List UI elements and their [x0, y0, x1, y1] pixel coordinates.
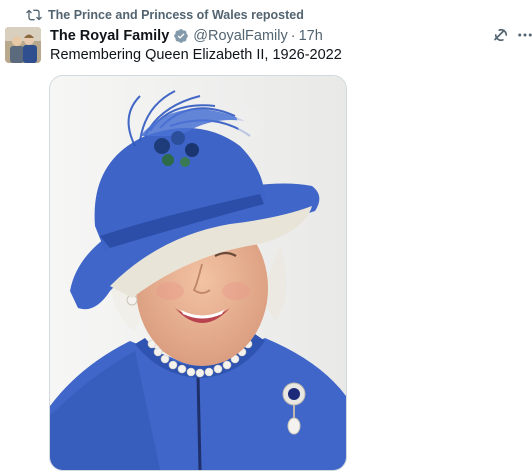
- display-name[interactable]: The Royal Family: [50, 28, 169, 44]
- repost-icon: [26, 9, 42, 21]
- queen-portrait-image: [50, 76, 346, 470]
- avatar-image: [5, 27, 41, 63]
- handle[interactable]: @RoyalFamily: [193, 28, 287, 44]
- grok-icon[interactable]: [492, 26, 510, 44]
- separator: ·: [290, 28, 296, 44]
- avatar[interactable]: [5, 27, 41, 63]
- tweet-text: Remembering Queen Elizabeth II, 1926-202…: [50, 47, 342, 63]
- verified-badge-icon: [174, 29, 189, 43]
- repost-context[interactable]: The Prince and Princess of Wales reposte…: [26, 6, 304, 24]
- tweet-image[interactable]: [49, 75, 347, 471]
- repost-label: The Prince and Princess of Wales reposte…: [48, 8, 304, 22]
- timestamp[interactable]: 17h: [299, 28, 323, 44]
- tweet-header: The Royal Family @RoyalFamily · 17h: [50, 26, 323, 46]
- more-options-icon[interactable]: [516, 26, 532, 44]
